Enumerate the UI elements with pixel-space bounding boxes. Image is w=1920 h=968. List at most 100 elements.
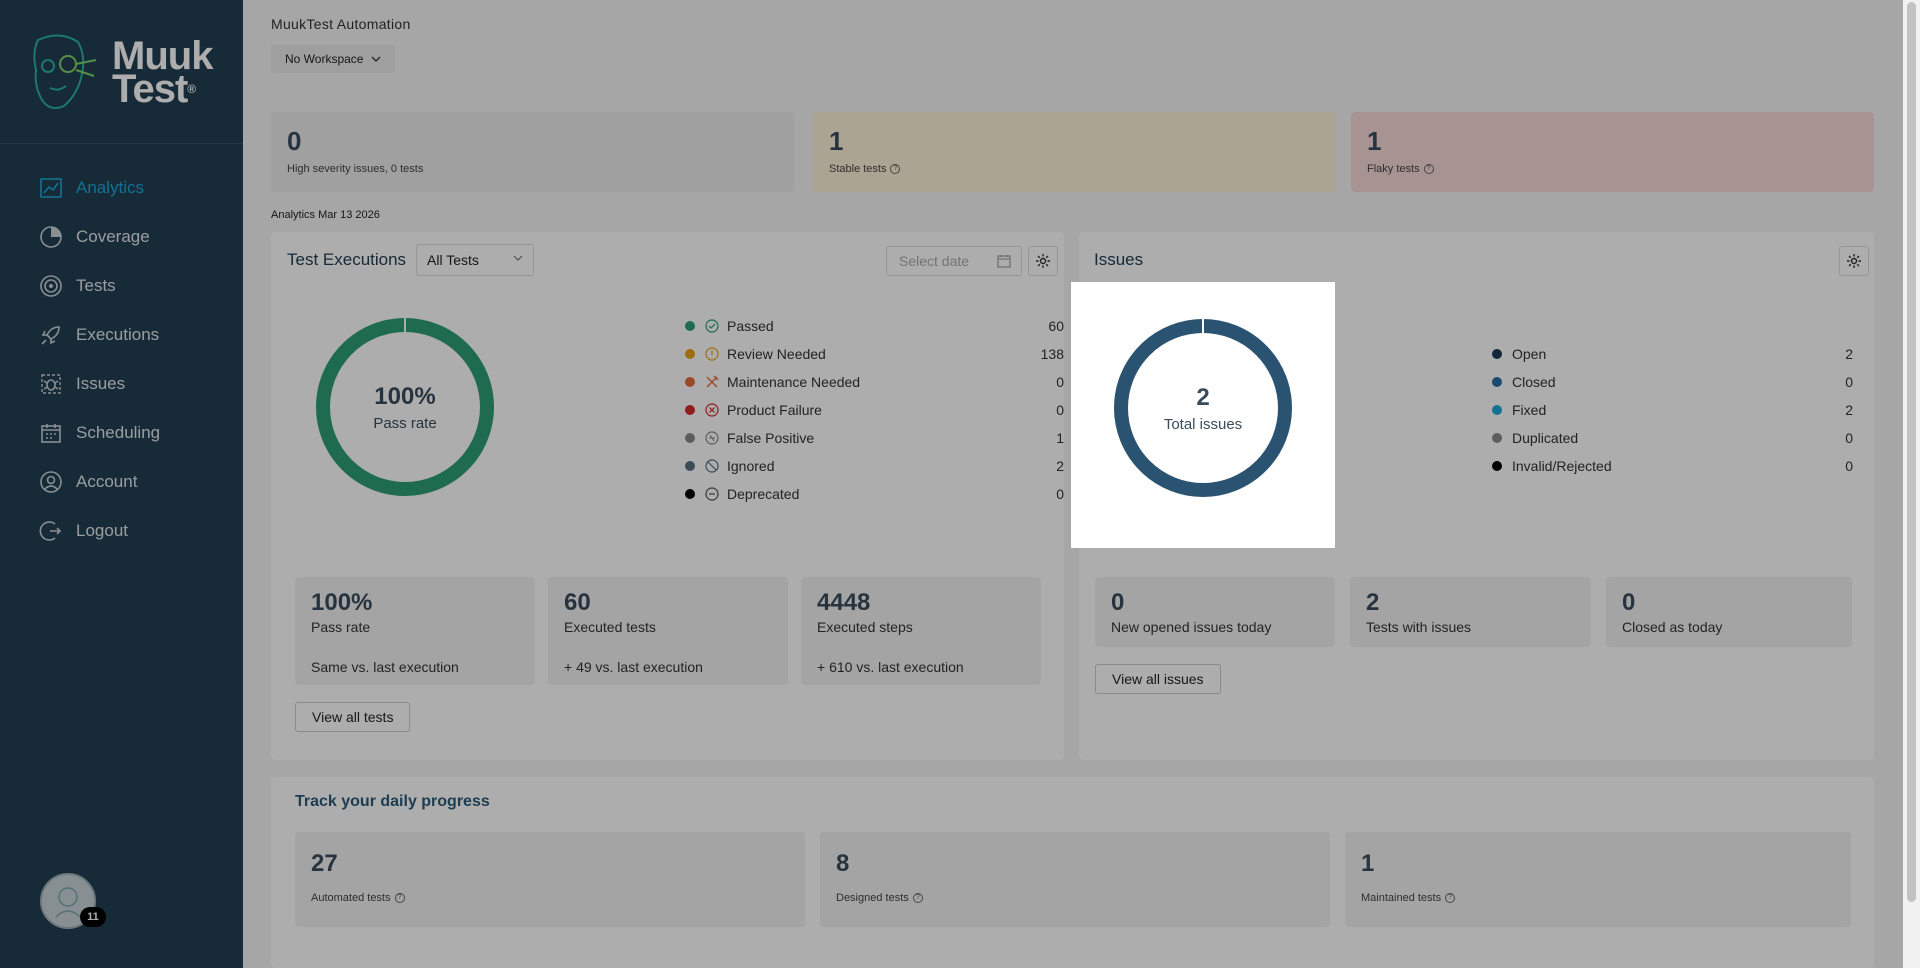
legend-value: 2 bbox=[1056, 458, 1064, 474]
scrollbar-thumb[interactable] bbox=[1907, 2, 1916, 902]
legend-item-review-needed[interactable]: Review Needed bbox=[685, 344, 826, 364]
legend-item-open[interactable]: Open bbox=[1492, 344, 1546, 364]
legend-item-false-positive[interactable]: False Positive bbox=[685, 428, 814, 448]
test-executions-panel: Test Executions All Tests Select date 10… bbox=[271, 232, 1064, 760]
stat-value: 4448 bbox=[817, 589, 871, 616]
panel-title: Issues bbox=[1094, 250, 1144, 269]
legend-value: 0 bbox=[1845, 374, 1853, 390]
page-scrollbar[interactable] bbox=[1903, 0, 1920, 968]
stat-value: 0 bbox=[1111, 589, 1125, 616]
executions-settings-button[interactable] bbox=[1028, 246, 1058, 276]
legend-item-closed[interactable]: Closed bbox=[1492, 372, 1556, 392]
sidebar-item-label: Executions bbox=[76, 325, 160, 344]
legend-item-passed[interactable]: Passed bbox=[685, 316, 774, 336]
stat-comparison: Same vs. last execution bbox=[311, 659, 459, 675]
target-icon bbox=[38, 273, 64, 299]
date-placeholder: Select date bbox=[899, 253, 970, 269]
legend-label: Duplicated bbox=[1512, 430, 1579, 446]
check-circle-icon bbox=[705, 319, 719, 333]
progress-automated-tests: 27 Automated tests? bbox=[295, 832, 805, 927]
legend-item-deprecated[interactable]: Deprecated bbox=[685, 484, 799, 504]
user-icon bbox=[38, 469, 64, 495]
calendar-icon bbox=[997, 255, 1011, 268]
sidebar-item-scheduling[interactable]: Scheduling bbox=[38, 415, 228, 451]
legend-item-maintenance-needed[interactable]: Maintenance Needed bbox=[685, 372, 860, 392]
help-icon[interactable]: ? bbox=[912, 893, 923, 903]
workspace-label: No Workspace bbox=[285, 52, 364, 66]
sidebar-item-label: Logout bbox=[76, 521, 128, 540]
logout-icon bbox=[38, 518, 64, 544]
legend-item-ignored[interactable]: Ignored bbox=[685, 456, 774, 476]
legend-value: 60 bbox=[1048, 318, 1064, 334]
legend-item-product-failure[interactable]: Product Failure bbox=[685, 400, 822, 420]
donut-value: 100% bbox=[374, 382, 436, 410]
sidebar-item-issues[interactable]: Issues bbox=[38, 366, 228, 402]
legend-dot bbox=[685, 461, 695, 471]
muuktest-face-icon bbox=[33, 34, 97, 109]
notification-badge[interactable]: 11 bbox=[80, 907, 106, 927]
stat-value: 0 bbox=[1622, 589, 1636, 616]
analytics-date: Analytics Mar 13 2026 bbox=[271, 209, 380, 221]
sidebar-item-account[interactable]: Account bbox=[38, 464, 228, 500]
legend-item-fixed[interactable]: Fixed bbox=[1492, 400, 1546, 420]
sidebar: Muuk Test® Analytics Coverage Tests Exec… bbox=[0, 0, 243, 968]
chart-line-icon bbox=[38, 175, 64, 201]
stat-comparison: + 49 vs. last execution bbox=[564, 659, 703, 675]
sidebar-item-tests[interactable]: Tests bbox=[38, 268, 228, 304]
workspace-dropdown[interactable]: No Workspace bbox=[271, 45, 396, 73]
donut-label: Pass rate bbox=[373, 414, 437, 432]
help-icon[interactable]: ? bbox=[1423, 164, 1434, 174]
gear-icon bbox=[1036, 254, 1050, 268]
test-filter-select[interactable]: All Tests bbox=[416, 244, 534, 276]
organization-title: MuukTest Automation bbox=[271, 16, 411, 32]
legend-label: Deprecated bbox=[727, 486, 800, 502]
stat-value: 100% bbox=[311, 589, 373, 616]
chevron-down-icon bbox=[372, 56, 381, 62]
issues-settings-button[interactable] bbox=[1839, 246, 1869, 276]
help-icon[interactable]: ? bbox=[890, 164, 901, 174]
progress-designed-tests: 8 Designed tests? bbox=[820, 832, 1330, 927]
kpi-value: 1 bbox=[1367, 126, 1382, 156]
sidebar-item-label: Tests bbox=[76, 276, 116, 295]
legend-item-invalid-rejected[interactable]: Invalid/Rejected bbox=[1492, 456, 1612, 476]
sidebar-item-analytics[interactable]: Analytics bbox=[38, 170, 228, 206]
progress-label: Designed tests bbox=[836, 892, 909, 904]
legend-dot bbox=[685, 405, 695, 415]
stat-executed-steps: 4448 Executed steps + 610 vs. last execu… bbox=[801, 577, 1041, 685]
view-all-issues-button[interactable]: View all issues bbox=[1095, 664, 1221, 694]
view-all-tests-button[interactable]: View all tests bbox=[295, 702, 411, 732]
legend-value: 138 bbox=[1040, 346, 1064, 362]
logo[interactable]: Muuk Test® bbox=[0, 0, 243, 143]
stat-label: Tests with issues bbox=[1366, 619, 1472, 635]
stat-executed-tests: 60 Executed tests + 49 vs. last executio… bbox=[548, 577, 788, 685]
alert-circle-icon bbox=[705, 347, 719, 361]
sidebar-item-executions[interactable]: Executions bbox=[38, 317, 228, 353]
legend-label: Open bbox=[1512, 346, 1547, 362]
help-icon[interactable]: ? bbox=[394, 893, 405, 903]
stat-label: Executed tests bbox=[564, 619, 656, 635]
tools-icon bbox=[705, 375, 719, 389]
legend-label: Maintenance Needed bbox=[727, 374, 861, 390]
help-icon[interactable]: ? bbox=[1445, 893, 1456, 903]
sidebar-item-label: Issues bbox=[76, 374, 126, 393]
legend-dot bbox=[1492, 461, 1502, 471]
legend-dot bbox=[685, 433, 695, 443]
minus-circle-icon bbox=[705, 487, 719, 501]
legend-item-duplicated[interactable]: Duplicated bbox=[1492, 428, 1578, 448]
sidebar-item-logout[interactable]: Logout bbox=[38, 513, 228, 549]
daily-progress-panel: Track your daily progress 27 Automated t… bbox=[271, 777, 1874, 968]
sidebar-item-label: Account bbox=[76, 472, 138, 491]
legend-value: 0 bbox=[1845, 458, 1853, 474]
kpi-label: Stable tests bbox=[829, 163, 887, 175]
calendar-icon bbox=[38, 420, 64, 446]
legend-value: 1 bbox=[1056, 430, 1064, 446]
sidebar-item-coverage[interactable]: Coverage bbox=[38, 219, 228, 255]
panel-title: Test Executions bbox=[287, 250, 407, 269]
legend-label: Passed bbox=[727, 318, 774, 334]
stat-tests-with-issues: 2 Tests with issues bbox=[1350, 577, 1591, 647]
date-picker-input[interactable]: Select date bbox=[886, 246, 1022, 276]
legend-value: 0 bbox=[1056, 402, 1064, 418]
legend-label: Review Needed bbox=[727, 346, 826, 362]
kpi-flaky-tests: 1 Flaky tests? bbox=[1351, 112, 1874, 192]
kpi-value: 1 bbox=[829, 126, 844, 156]
